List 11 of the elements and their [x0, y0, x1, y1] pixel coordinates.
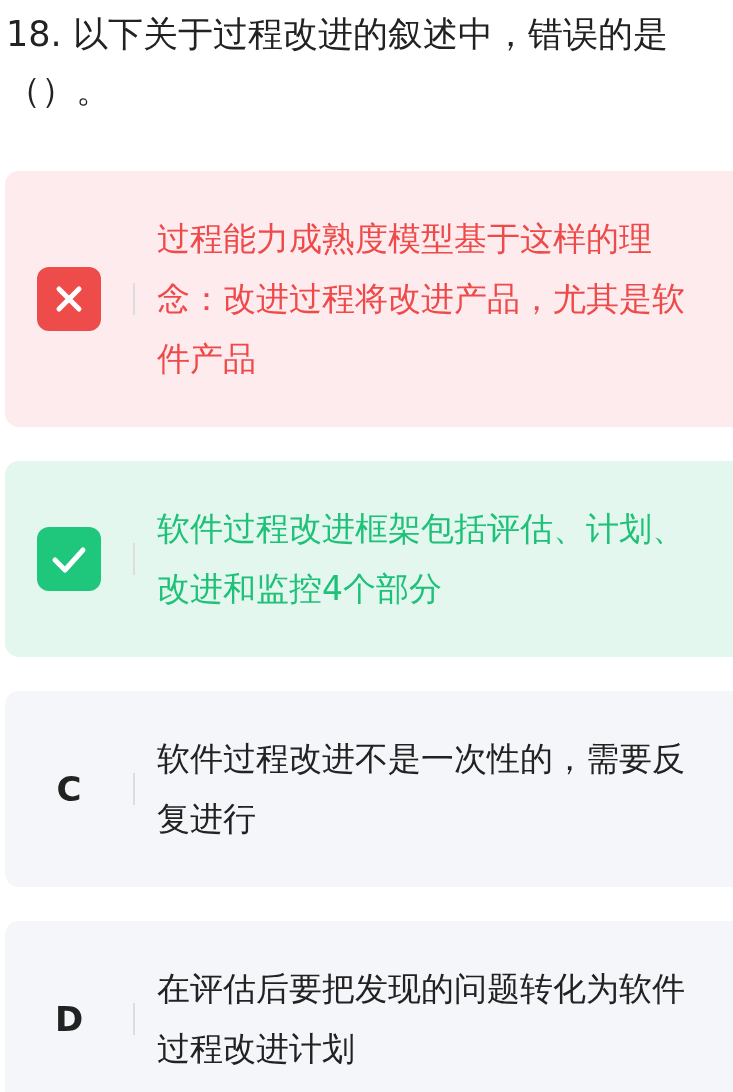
- option-text: 软件过程改进框架包括评估、计划、改进和监控4个部分: [157, 508, 686, 610]
- option-text: 软件过程改进不是一次性的，需要反复进行: [157, 738, 686, 840]
- answer-option[interactable]: C 软件过程改进不是一次性的，需要反复进行: [5, 691, 733, 887]
- option-letter: D: [54, 999, 84, 1039]
- option-text: 过程能力成熟度模型基于这样的理念：改进过程将改进产品，尤其是软件产品: [157, 218, 686, 380]
- option-text: 在评估后要把发现的问题转化为软件过程改进计划: [157, 968, 686, 1070]
- option-letter: C: [56, 769, 82, 809]
- cross-icon: [37, 267, 101, 331]
- check-icon: [37, 527, 101, 591]
- answer-option[interactable]: D 在评估后要把发现的问题转化为软件过程改进计划: [5, 921, 733, 1092]
- question-text: 18. 以下关于过程改进的叙述中，错误的是（）。: [5, 13, 669, 112]
